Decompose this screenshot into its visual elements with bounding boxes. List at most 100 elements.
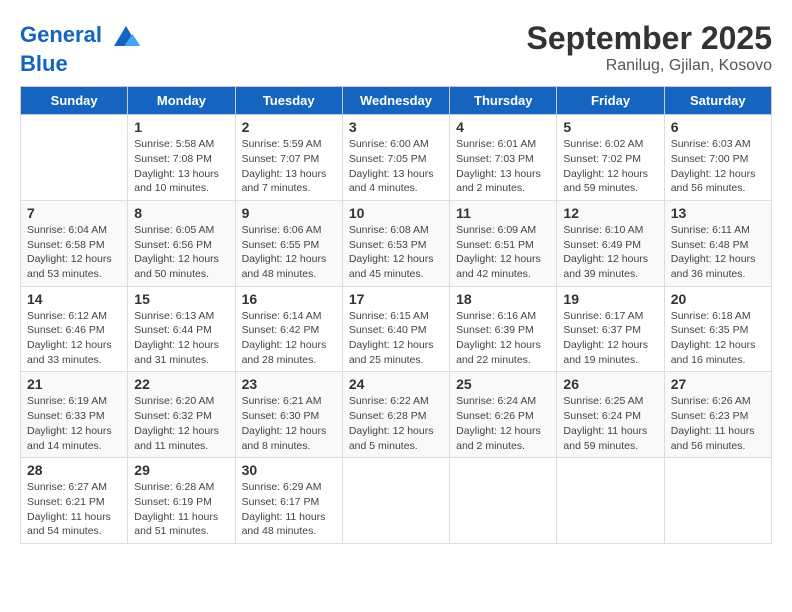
day-info: Sunrise: 6:20 AMSunset: 6:32 PMDaylight:… bbox=[134, 394, 228, 453]
day-info: Sunrise: 6:03 AMSunset: 7:00 PMDaylight:… bbox=[671, 137, 765, 196]
day-info: Sunrise: 6:28 AMSunset: 6:19 PMDaylight:… bbox=[134, 480, 228, 539]
logo: General Blue bbox=[20, 20, 142, 76]
calendar-day-cell: 5 Sunrise: 6:02 AMSunset: 7:02 PMDaylight… bbox=[557, 115, 664, 201]
calendar-day-cell: 1 Sunrise: 5:58 AMSunset: 7:08 PMDaylight… bbox=[128, 115, 235, 201]
day-info: Sunrise: 5:58 AMSunset: 7:08 PMDaylight:… bbox=[134, 137, 228, 196]
day-number: 14 bbox=[27, 291, 121, 307]
calendar-day-cell: 26 Sunrise: 6:25 AMSunset: 6:24 PMDayligh… bbox=[557, 372, 664, 458]
day-info: Sunrise: 6:14 AMSunset: 6:42 PMDaylight:… bbox=[242, 309, 336, 368]
calendar-day-cell: 11 Sunrise: 6:09 AMSunset: 6:51 PMDayligh… bbox=[450, 200, 557, 286]
calendar-day-cell bbox=[21, 115, 128, 201]
calendar-day-cell: 19 Sunrise: 6:17 AMSunset: 6:37 PMDayligh… bbox=[557, 286, 664, 372]
day-number: 7 bbox=[27, 205, 121, 221]
calendar-day-cell: 17 Sunrise: 6:15 AMSunset: 6:40 PMDayligh… bbox=[342, 286, 449, 372]
day-number: 4 bbox=[456, 119, 550, 135]
day-of-week-header: Wednesday bbox=[342, 87, 449, 115]
day-of-week-header: Thursday bbox=[450, 87, 557, 115]
calendar-day-cell: 6Sunrise: 6:03 AMSunset: 7:00 PMDaylight… bbox=[664, 115, 771, 201]
calendar-day-cell: 8 Sunrise: 6:05 AMSunset: 6:56 PMDaylight… bbox=[128, 200, 235, 286]
calendar-day-cell bbox=[664, 458, 771, 544]
day-number: 30 bbox=[242, 462, 336, 478]
day-info: Sunrise: 6:01 AMSunset: 7:03 PMDaylight:… bbox=[456, 137, 550, 196]
day-info: Sunrise: 5:59 AMSunset: 7:07 PMDaylight:… bbox=[242, 137, 336, 196]
logo-text: General bbox=[20, 20, 142, 52]
calendar-day-cell: 29 Sunrise: 6:28 AMSunset: 6:19 PMDayligh… bbox=[128, 458, 235, 544]
day-info: Sunrise: 6:04 AMSunset: 6:58 PMDaylight:… bbox=[27, 223, 121, 282]
page-header: General Blue September 2025 Ranilug, Gji… bbox=[20, 20, 772, 76]
calendar-day-cell bbox=[450, 458, 557, 544]
day-info: Sunrise: 6:00 AMSunset: 7:05 PMDaylight:… bbox=[349, 137, 443, 196]
day-number: 1 bbox=[134, 119, 228, 135]
day-number: 13 bbox=[671, 205, 765, 221]
calendar-week-row: 14Sunrise: 6:12 AMSunset: 6:46 PMDayligh… bbox=[21, 286, 772, 372]
calendar-day-cell: 10 Sunrise: 6:08 AMSunset: 6:53 PMDayligh… bbox=[342, 200, 449, 286]
calendar-day-cell: 12 Sunrise: 6:10 AMSunset: 6:49 PMDayligh… bbox=[557, 200, 664, 286]
calendar-day-cell: 9 Sunrise: 6:06 AMSunset: 6:55 PMDaylight… bbox=[235, 200, 342, 286]
day-number: 22 bbox=[134, 376, 228, 392]
day-number: 21 bbox=[27, 376, 121, 392]
calendar-week-row: 1 Sunrise: 5:58 AMSunset: 7:08 PMDaylight… bbox=[21, 115, 772, 201]
day-number: 23 bbox=[242, 376, 336, 392]
calendar-header-row: SundayMondayTuesdayWednesdayThursdayFrid… bbox=[21, 87, 772, 115]
calendar-day-cell: 25 Sunrise: 6:24 AMSunset: 6:26 PMDayligh… bbox=[450, 372, 557, 458]
day-info: Sunrise: 6:22 AMSunset: 6:28 PMDaylight:… bbox=[349, 394, 443, 453]
day-info: Sunrise: 6:11 AMSunset: 6:48 PMDaylight:… bbox=[671, 223, 765, 282]
day-number: 16 bbox=[242, 291, 336, 307]
calendar-day-cell: 20 Sunrise: 6:18 AMSunset: 6:35 PMDayligh… bbox=[664, 286, 771, 372]
day-info: Sunrise: 6:08 AMSunset: 6:53 PMDaylight:… bbox=[349, 223, 443, 282]
day-of-week-header: Tuesday bbox=[235, 87, 342, 115]
day-info: Sunrise: 6:05 AMSunset: 6:56 PMDaylight:… bbox=[134, 223, 228, 282]
day-info: Sunrise: 6:17 AMSunset: 6:37 PMDaylight:… bbox=[563, 309, 657, 368]
day-number: 19 bbox=[563, 291, 657, 307]
day-number: 26 bbox=[563, 376, 657, 392]
calendar-day-cell: 22 Sunrise: 6:20 AMSunset: 6:32 PMDayligh… bbox=[128, 372, 235, 458]
calendar-day-cell: 24 Sunrise: 6:22 AMSunset: 6:28 PMDayligh… bbox=[342, 372, 449, 458]
day-info: Sunrise: 6:26 AMSunset: 6:23 PMDaylight:… bbox=[671, 394, 765, 453]
day-number: 9 bbox=[242, 205, 336, 221]
day-info: Sunrise: 6:16 AMSunset: 6:39 PMDaylight:… bbox=[456, 309, 550, 368]
day-info: Sunrise: 6:10 AMSunset: 6:49 PMDaylight:… bbox=[563, 223, 657, 282]
calendar-day-cell: 14Sunrise: 6:12 AMSunset: 6:46 PMDayligh… bbox=[21, 286, 128, 372]
month-title: September 2025 bbox=[527, 20, 772, 57]
day-of-week-header: Saturday bbox=[664, 87, 771, 115]
day-number: 29 bbox=[134, 462, 228, 478]
day-info: Sunrise: 6:24 AMSunset: 6:26 PMDaylight:… bbox=[456, 394, 550, 453]
calendar-day-cell: 30 Sunrise: 6:29 AMSunset: 6:17 PMDayligh… bbox=[235, 458, 342, 544]
calendar-day-cell: 13 Sunrise: 6:11 AMSunset: 6:48 PMDayligh… bbox=[664, 200, 771, 286]
calendar-day-cell: 28Sunrise: 6:27 AMSunset: 6:21 PMDayligh… bbox=[21, 458, 128, 544]
calendar-day-cell: 23 Sunrise: 6:21 AMSunset: 6:30 PMDayligh… bbox=[235, 372, 342, 458]
day-number: 11 bbox=[456, 205, 550, 221]
calendar-day-cell: 2 Sunrise: 5:59 AMSunset: 7:07 PMDaylight… bbox=[235, 115, 342, 201]
day-info: Sunrise: 6:18 AMSunset: 6:35 PMDaylight:… bbox=[671, 309, 765, 368]
day-info: Sunrise: 6:21 AMSunset: 6:30 PMDaylight:… bbox=[242, 394, 336, 453]
day-of-week-header: Friday bbox=[557, 87, 664, 115]
day-number: 8 bbox=[134, 205, 228, 221]
day-of-week-header: Sunday bbox=[21, 87, 128, 115]
day-info: Sunrise: 6:09 AMSunset: 6:51 PMDaylight:… bbox=[456, 223, 550, 282]
day-info: Sunrise: 6:13 AMSunset: 6:44 PMDaylight:… bbox=[134, 309, 228, 368]
day-number: 2 bbox=[242, 119, 336, 135]
calendar-day-cell: 18 Sunrise: 6:16 AMSunset: 6:39 PMDayligh… bbox=[450, 286, 557, 372]
day-info: Sunrise: 6:29 AMSunset: 6:17 PMDaylight:… bbox=[242, 480, 336, 539]
day-number: 28 bbox=[27, 462, 121, 478]
day-info: Sunrise: 6:25 AMSunset: 6:24 PMDaylight:… bbox=[563, 394, 657, 453]
day-number: 12 bbox=[563, 205, 657, 221]
calendar-week-row: 21 Sunrise: 6:19 AMSunset: 6:33 PMDayligh… bbox=[21, 372, 772, 458]
calendar-day-cell: 4 Sunrise: 6:01 AMSunset: 7:03 PMDaylight… bbox=[450, 115, 557, 201]
day-info: Sunrise: 6:19 AMSunset: 6:33 PMDaylight:… bbox=[27, 394, 121, 453]
calendar-day-cell: 21 Sunrise: 6:19 AMSunset: 6:33 PMDayligh… bbox=[21, 372, 128, 458]
calendar-day-cell: 7 Sunrise: 6:04 AMSunset: 6:58 PMDaylight… bbox=[21, 200, 128, 286]
day-info: Sunrise: 6:15 AMSunset: 6:40 PMDaylight:… bbox=[349, 309, 443, 368]
day-number: 18 bbox=[456, 291, 550, 307]
day-number: 10 bbox=[349, 205, 443, 221]
day-number: 5 bbox=[563, 119, 657, 135]
day-number: 20 bbox=[671, 291, 765, 307]
calendar-week-row: 28Sunrise: 6:27 AMSunset: 6:21 PMDayligh… bbox=[21, 458, 772, 544]
day-number: 17 bbox=[349, 291, 443, 307]
day-number: 25 bbox=[456, 376, 550, 392]
day-number: 24 bbox=[349, 376, 443, 392]
calendar-day-cell: 27Sunrise: 6:26 AMSunset: 6:23 PMDayligh… bbox=[664, 372, 771, 458]
calendar-day-cell: 15Sunrise: 6:13 AMSunset: 6:44 PMDayligh… bbox=[128, 286, 235, 372]
day-info: Sunrise: 6:02 AMSunset: 7:02 PMDaylight:… bbox=[563, 137, 657, 196]
day-info: Sunrise: 6:06 AMSunset: 6:55 PMDaylight:… bbox=[242, 223, 336, 282]
